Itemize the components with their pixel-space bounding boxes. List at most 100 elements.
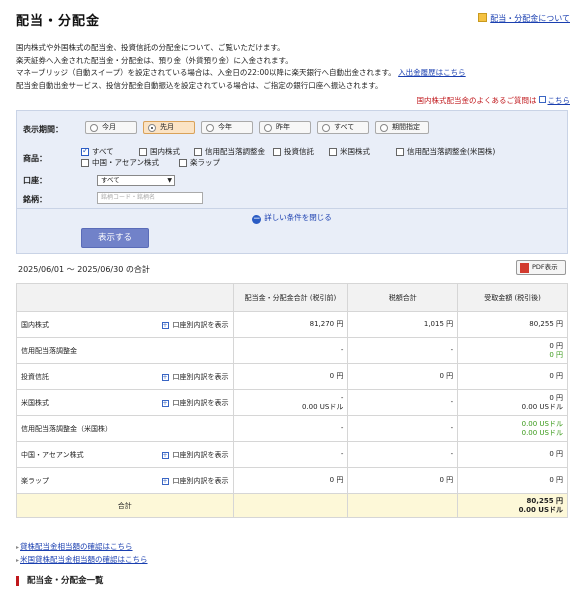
total-tax-cell — [347, 493, 459, 518]
column-header: 税額合計 — [347, 283, 459, 312]
page-header: 配当・分配金 配当・分配金について — [16, 10, 570, 32]
tax-cell: - — [347, 415, 459, 442]
show-button[interactable]: 表示する — [81, 228, 149, 248]
net-cell: 0 円 — [457, 363, 568, 390]
product-checkbox[interactable]: すべて — [81, 146, 114, 157]
product-checkbox-label: 信用配当落調整金 — [205, 147, 265, 156]
row-name: 中国・アセアン株式 — [21, 450, 84, 459]
tax-cell-value: - — [450, 450, 454, 458]
intro-line-1: 国内株式や外国株式の配当金、投資信託の分配金について、ご覧いただけます。 — [16, 43, 285, 52]
lending-jp-link[interactable]: 貸株配当金相当額の確認はこちら — [20, 542, 133, 551]
row-label-cell: 信用配当落調整金 — [16, 337, 234, 364]
collapse-conditions-toggle[interactable]: − 詳しい条件を閉じる — [17, 212, 567, 224]
pretax-cell: - — [232, 415, 349, 442]
intro-line-4: 配当金自動出金サービス、投信分配金自動振込を設定されている場合は、ご指定の銀行口… — [16, 80, 383, 90]
tax-cell: 0 円 — [347, 363, 459, 390]
row-name: 楽ラップ — [21, 476, 49, 485]
period-option[interactable]: 先月 — [143, 121, 195, 134]
period-option[interactable]: 期間指定 — [375, 121, 429, 134]
pretax-cell-value: - — [340, 424, 344, 432]
row-label-cell: 米国株式 + 口座別内訳を表示 — [16, 389, 234, 416]
account-breakdown-toggle[interactable]: + 口座別内訳を表示 — [161, 398, 229, 408]
net-cell-value: 0.00 USドル — [521, 419, 563, 428]
product-checkbox-label: すべて — [92, 147, 114, 156]
arrow-right-icon: ▸ — [16, 544, 20, 551]
net-cell-value: 0 円 — [549, 372, 563, 380]
tax-cell: - — [347, 441, 459, 468]
cash-history-link[interactable]: 入出金履歴はこちら — [398, 68, 466, 77]
pretax-cell: - — [232, 441, 349, 468]
total-net-cell-value: 0.00 USドル — [518, 505, 563, 514]
period-option[interactable]: 昨年 — [259, 121, 311, 134]
checkbox-icon — [273, 148, 281, 156]
help-link-label: 配当・分配金について — [490, 14, 570, 23]
account-breakdown-toggle[interactable]: + 口座別内訳を表示 — [161, 320, 229, 330]
lending-us-link[interactable]: 米国貸株配当金相当額の確認はこちら — [20, 555, 148, 564]
pretax-cell: 81,270 円 — [232, 311, 349, 338]
net-cell-value: 0 円 — [549, 393, 563, 402]
period-option[interactable]: 今月 — [85, 121, 137, 134]
checkbox-icon — [396, 148, 404, 156]
row-label-cell: 楽ラップ + 口座別内訳を表示 — [16, 467, 234, 494]
product-checkbox[interactable]: 米国株式 — [329, 147, 370, 157]
help-link[interactable]: 配当・分配金について — [478, 13, 570, 24]
pretax-cell-value: 0 円 — [329, 476, 344, 484]
checkbox-icon — [139, 148, 147, 156]
page-title: 配当・分配金 — [16, 14, 101, 29]
product-checkbox[interactable]: 信用配当落調整金(米国株) — [396, 147, 495, 157]
account-breakdown-toggle[interactable]: + 口座別内訳を表示 — [161, 372, 229, 382]
tax-cell-value: - — [450, 424, 454, 432]
net-cell: 0 円0 円 — [457, 337, 568, 364]
account-select[interactable]: すべて ▼ — [97, 175, 175, 186]
period-option[interactable]: 今年 — [201, 121, 253, 134]
total-pretax-cell — [232, 493, 349, 518]
table-header-row: 配当金・分配金合計 (税引前) 税額合計 受取金額 (税引後) — [16, 283, 568, 312]
net-cell: 0 円 0.00 USドル — [457, 389, 568, 416]
pdf-button[interactable]: PDF表示 — [516, 260, 566, 275]
account-breakdown-toggle[interactable]: + 口座別内訳を表示 — [161, 476, 229, 486]
faq-link[interactable]: こちら — [548, 96, 571, 105]
symbol-input[interactable]: 銘柄コード・銘柄名 — [97, 192, 203, 204]
account-breakdown-label: 口座別内訳を表示 — [172, 450, 229, 459]
row-label-cell: 国内株式 + 口座別内訳を表示 — [16, 311, 234, 338]
chevron-down-icon: ▼ — [167, 177, 172, 184]
product-checkbox[interactable]: 中国・アセアン株式 — [81, 158, 159, 168]
tax-cell: - — [347, 389, 459, 416]
row-label-cell: 中国・アセアン株式 + 口座別内訳を表示 — [16, 441, 234, 468]
total-label: 合計 — [16, 493, 234, 518]
checkbox-icon — [81, 159, 89, 167]
net-cell-value: 0 円 — [549, 341, 563, 350]
pretax-cell: - — [232, 337, 349, 364]
product-checkbox[interactable]: 国内株式 — [139, 147, 180, 157]
period-option-label: すべて — [334, 123, 355, 131]
tax-cell: 0 円 — [347, 467, 459, 494]
intro-text: 国内株式や外国株式の配当金、投資信託の分配金について、ご覧いただけます。 楽天証… — [16, 42, 570, 92]
expand-icon: + — [161, 477, 169, 485]
product-checkbox[interactable]: 投資信託 — [273, 147, 314, 157]
column-header: 受取金額 (税引後) — [457, 283, 568, 312]
period-option[interactable]: すべて — [317, 121, 369, 134]
external-window-icon — [538, 96, 546, 103]
row-label-cell: 投資信託 + 口座別内訳を表示 — [16, 363, 234, 390]
tax-cell-value: - — [450, 398, 454, 406]
product-checkbox[interactable]: 信用配当落調整金 — [194, 147, 265, 157]
table-row: 信用配当落調整金（米国株） - -0.00 USドル 0.00 USドル — [16, 415, 568, 442]
column-header: 配当金・分配金合計 (税引前) — [232, 283, 349, 312]
section-title: 配当金・分配金一覧 — [16, 576, 104, 586]
pdf-button-label: PDF表示 — [532, 263, 558, 271]
faq-text: 国内株式配当金のよくあるご質問は — [416, 96, 537, 105]
collapse-icon: − — [252, 214, 262, 224]
checkbox-icon — [179, 159, 187, 167]
period-option-label: 今月 — [102, 123, 116, 131]
radio-icon — [380, 124, 388, 132]
bottom-links: ▸貸株配当金相当額の確認はこちら ▸米国貸株配当金相当額の確認はこちら — [16, 541, 148, 567]
row-name: 米国株式 — [21, 398, 49, 407]
pretax-cell-value: - — [340, 393, 344, 402]
product-checkbox[interactable]: 楽ラップ — [179, 158, 220, 168]
product-label: 商品： — [23, 154, 47, 163]
net-cell-value: 0.00 USドル — [521, 428, 563, 437]
lending-jp-row: ▸貸株配当金相当額の確認はこちら — [16, 541, 148, 554]
account-breakdown-toggle[interactable]: + 口座別内訳を表示 — [161, 450, 229, 460]
radio-icon — [90, 124, 98, 132]
total-net-cell: 80,255 円 0.00 USドル — [457, 493, 568, 518]
